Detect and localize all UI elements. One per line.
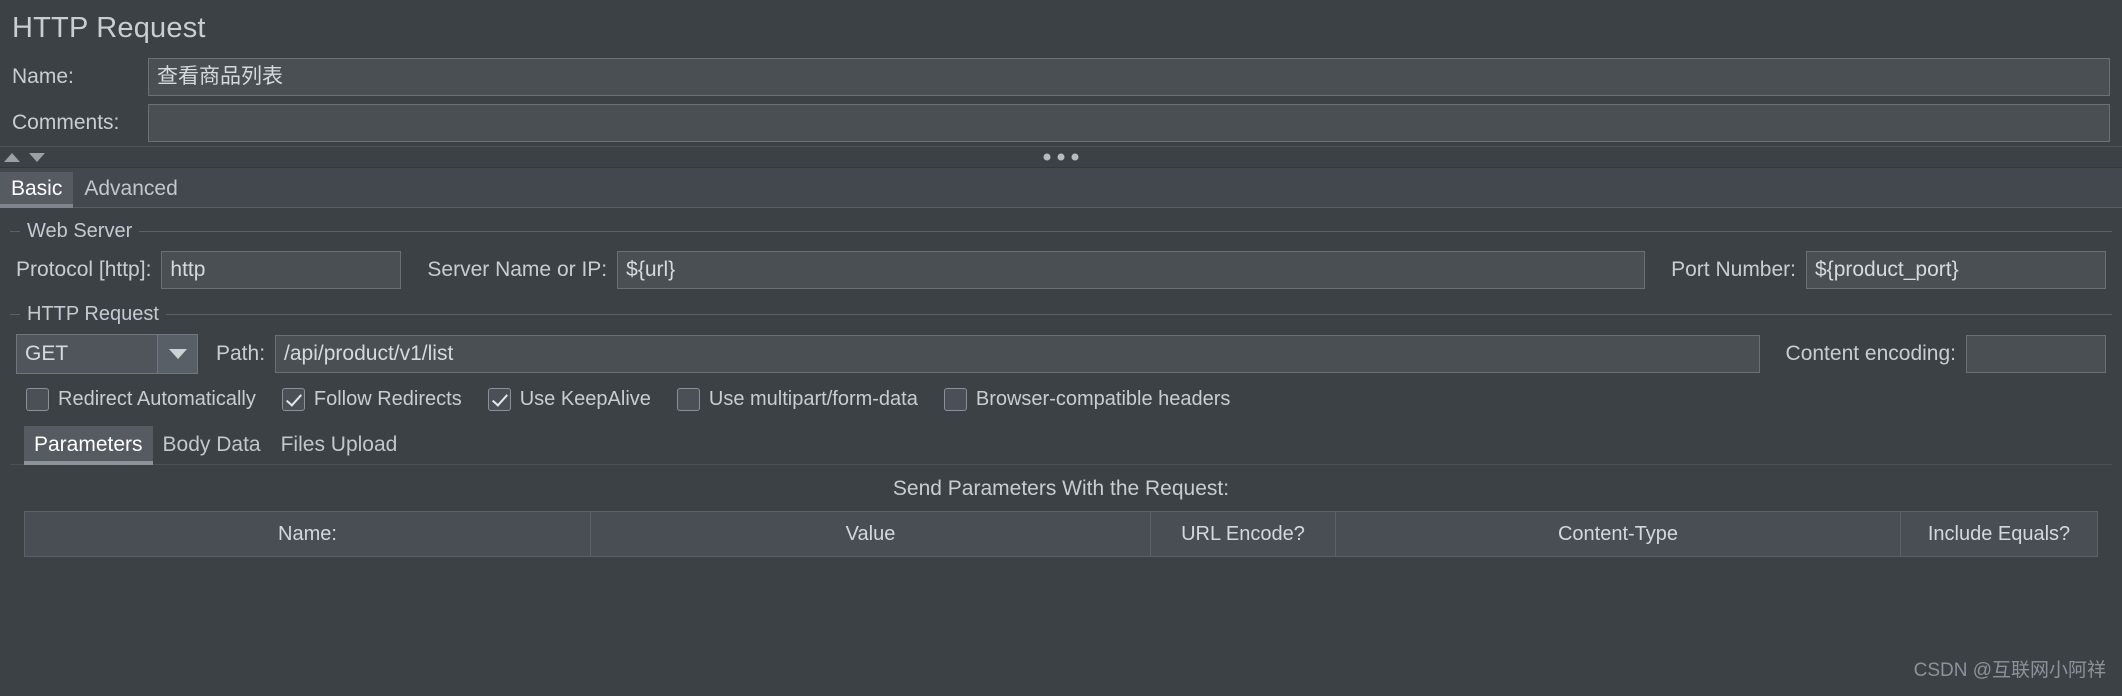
http-request-group-label: HTTP Request xyxy=(27,303,159,326)
checkbox-box[interactable] xyxy=(26,388,49,412)
checkbox-label: Browser-compatible headers xyxy=(975,388,1231,411)
web-server-group: Web Server Protocol [http]: http Server … xyxy=(10,220,2112,291)
checkbox-label: Redirect Automatically xyxy=(58,388,256,411)
chevron-down-icon[interactable] xyxy=(157,335,197,374)
path-input[interactable]: /api/product/v1/list xyxy=(275,335,1760,374)
checkbox-label: Use KeepAlive xyxy=(519,388,651,411)
http-request-panel: HTTP Request Name: 查看商品列表 Comments: Basi… xyxy=(0,0,2122,681)
column-header-content-type[interactable]: Content-Type xyxy=(1336,512,1901,557)
name-label: Name: xyxy=(12,65,74,89)
checkbox-box[interactable] xyxy=(487,388,511,412)
send-parameters-caption: Send Parameters With the Request: xyxy=(892,477,1230,501)
checkbox-redirect-automatically[interactable]: Redirect Automatically xyxy=(26,388,256,412)
column-header-name[interactable]: Name: xyxy=(25,512,591,557)
name-input[interactable]: 查看商品列表 xyxy=(148,58,2110,97)
request-data-tabstrip: Parameters Body Data Files Upload xyxy=(10,423,2112,466)
http-request-group: HTTP Request GET Path: /api/product/v1/l… xyxy=(10,303,2112,376)
http-request-group-body: GET Path: /api/product/v1/list Content e… xyxy=(10,326,2112,376)
server-name-label: Server Name or IP: xyxy=(427,258,608,282)
checkbox-box[interactable] xyxy=(281,388,305,412)
dot xyxy=(1043,153,1051,161)
comments-row: Comments: xyxy=(0,100,2122,146)
chevron-glyph xyxy=(168,349,187,360)
column-header-url-encode[interactable]: URL Encode? xyxy=(1151,512,1336,557)
web-server-group-title: Web Server xyxy=(10,220,2112,243)
protocol-input[interactable]: http xyxy=(161,251,402,290)
tab-files-upload[interactable]: Files Upload xyxy=(271,426,408,464)
panel-splitter[interactable] xyxy=(0,146,2122,169)
tab-basic[interactable]: Basic xyxy=(0,172,74,209)
triangle-up-icon[interactable] xyxy=(4,152,20,162)
group-rule-left xyxy=(10,231,20,233)
checkbox-label: Use multipart/form-data xyxy=(708,388,918,411)
path-label: Path: xyxy=(216,342,266,366)
comments-input[interactable] xyxy=(148,104,2110,143)
protocol-label: Protocol [http]: xyxy=(16,258,152,282)
checkbox-label: Follow Redirects xyxy=(313,388,462,411)
checkbox-use-keepalive[interactable]: Use KeepAlive xyxy=(487,388,651,412)
comments-label: Comments: xyxy=(12,111,120,135)
checkbox-box[interactable] xyxy=(676,388,700,412)
name-row: Name: 查看商品列表 xyxy=(0,54,2122,100)
checkbox-browser-compatible-headers[interactable]: Browser-compatible headers xyxy=(943,388,1231,412)
three-dots-icon[interactable] xyxy=(1043,153,1079,161)
basic-tab-content: Web Server Protocol [http]: http Server … xyxy=(0,220,2122,558)
dot xyxy=(1057,153,1065,161)
checkbox-box[interactable] xyxy=(943,388,967,412)
watermark: CSDN @互联网小阿祥 xyxy=(1913,660,2106,681)
column-header-value[interactable]: Value xyxy=(591,512,1151,557)
tab-body-data[interactable]: Body Data xyxy=(153,426,271,464)
web-server-group-label: Web Server xyxy=(27,220,133,243)
request-options-row: Redirect Automatically Follow Redirects … xyxy=(10,376,2112,417)
tab-advanced[interactable]: Advanced xyxy=(73,172,188,207)
method-path-row: GET Path: /api/product/v1/list Content e… xyxy=(16,334,2106,375)
checkbox-use-multipart-form-data[interactable]: Use multipart/form-data xyxy=(676,388,918,412)
dot xyxy=(1071,153,1079,161)
content-encoding-label: Content encoding: xyxy=(1785,342,1956,366)
group-rule xyxy=(165,314,2112,316)
http-request-group-title: HTTP Request xyxy=(10,303,2112,326)
triangle-down-icon[interactable] xyxy=(29,152,45,162)
tab-parameters[interactable]: Parameters xyxy=(24,426,153,466)
group-rule xyxy=(139,231,2112,233)
page-title: HTTP Request xyxy=(12,12,206,44)
port-number-label: Port Number: xyxy=(1671,258,1796,282)
main-tabstrip: Basic Advanced xyxy=(0,168,2122,209)
http-method-select[interactable]: GET xyxy=(16,334,198,375)
web-server-row: Protocol [http]: http Server Name or IP:… xyxy=(16,251,2106,290)
server-name-input[interactable]: ${url} xyxy=(617,251,1646,290)
splitter-arrows[interactable] xyxy=(0,152,45,162)
column-header-include-equals[interactable]: Include Equals? xyxy=(1901,512,2097,556)
parameters-table-header: Name: Value URL Encode? Content-Type Inc… xyxy=(24,511,2098,558)
content-encoding-input[interactable] xyxy=(1966,335,2106,374)
port-number-input[interactable]: ${product_port} xyxy=(1806,251,2106,290)
group-rule-left xyxy=(10,314,20,316)
web-server-group-body: Protocol [http]: http Server Name or IP:… xyxy=(10,243,2112,291)
checkbox-follow-redirects[interactable]: Follow Redirects xyxy=(281,388,462,412)
http-method-value: GET xyxy=(25,342,69,366)
